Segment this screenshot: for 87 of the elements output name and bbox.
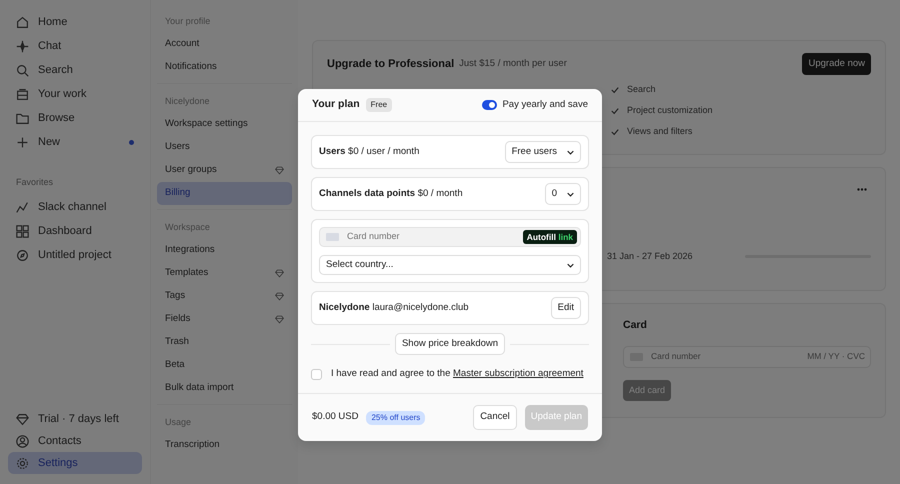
total-price: $0.00 USD <box>312 410 358 424</box>
discount-badge: 25% off users <box>366 410 426 424</box>
sidebar-item[interactable]: Untitled project <box>8 244 142 268</box>
settings-nav-item[interactable]: Notifications <box>157 56 292 79</box>
chevron-down-icon <box>567 262 574 268</box>
settings-nav-item[interactable]: Tags <box>157 285 292 308</box>
unread-dot <box>129 140 134 144</box>
sidebar-item[interactable]: Dashboard <box>8 220 142 244</box>
diamond-icon <box>275 292 284 301</box>
person-icon <box>16 434 29 448</box>
check-icon <box>611 86 619 94</box>
compass-icon <box>16 249 29 262</box>
diamond-icon <box>16 412 29 426</box>
grid-icon <box>16 225 29 238</box>
check-icon <box>611 106 619 115</box>
card-number-field[interactable]: Card number <box>345 229 517 245</box>
dialog-title: Your plan <box>312 97 360 112</box>
diamond-icon <box>275 166 284 175</box>
settings-nav-item[interactable]: Workspace settings <box>157 113 292 136</box>
diamond-icon <box>275 315 284 324</box>
agreement-text: I have read and agree to the Master subscription agreement <box>331 367 584 382</box>
search-icon <box>16 64 29 76</box>
check-icon <box>611 128 619 136</box>
settings-nav-item[interactable]: Billing <box>157 182 292 205</box>
card-input[interactable]: Card number Autofill link <box>319 227 581 247</box>
section-heading: Favorites <box>15 176 54 189</box>
sidebar-item[interactable]: Chat <box>8 34 142 58</box>
price-breakdown-button[interactable]: Show price breakdown <box>394 333 506 356</box>
settings-nav-item[interactable]: User groups <box>157 159 292 182</box>
sparkle-icon <box>16 40 29 52</box>
cancel-button[interactable]: Cancel <box>473 405 517 430</box>
toggle-switch[interactable] <box>482 100 498 110</box>
folder-icon <box>16 112 29 124</box>
sidebar-item[interactable]: Settings <box>8 452 142 474</box>
sidebar-item[interactable]: Your work <box>8 82 142 106</box>
feature-text: Search <box>627 83 656 96</box>
settings-nav-item[interactable]: Integrations <box>157 239 292 262</box>
edit-button[interactable]: Edit <box>550 296 581 320</box>
dropdown[interactable]: 0 <box>544 182 581 206</box>
card-title: Upgrade to Professional <box>327 56 454 72</box>
settings-nav-item[interactable]: Trash <box>157 331 292 354</box>
home-icon <box>16 16 29 28</box>
dropdown[interactable]: Free users <box>504 140 581 164</box>
section-heading: Workspace <box>164 220 211 234</box>
sidebar-item[interactable]: Contacts <box>8 430 142 452</box>
settings-nav-item[interactable]: Transcription <box>157 434 292 457</box>
settings-nav-item[interactable]: Users <box>157 136 292 159</box>
settings-icon <box>16 456 29 470</box>
settings-nav-item[interactable]: Account <box>157 33 292 56</box>
agreement-link[interactable]: Master subscription agreement <box>453 368 584 380</box>
sidebar-item[interactable]: Trial · 7 days left <box>8 408 142 430</box>
autofill-button[interactable]: Autofill link <box>522 230 577 244</box>
section-title: Card <box>623 318 648 333</box>
card-subtitle: Just $15 / month per user <box>459 57 567 71</box>
sidebar-item[interactable]: Slack channel <box>8 196 142 220</box>
country-select[interactable]: Select country... <box>319 255 581 275</box>
chevron-down-icon <box>567 150 574 154</box>
line-chart-icon <box>16 201 29 214</box>
expiry-cvc-field[interactable]: MM / YY · CVC <box>803 349 867 364</box>
chevron-down-icon <box>567 192 574 196</box>
sidebar-item[interactable]: Home <box>8 10 142 34</box>
section-heading: Usage <box>164 416 192 429</box>
section-heading: Your profile <box>164 14 212 28</box>
sidebar-item[interactable]: Browse <box>8 106 142 130</box>
plan-badge: Free <box>366 98 392 112</box>
tray-icon <box>16 88 29 100</box>
sidebar-item[interactable]: New <box>8 130 142 154</box>
card-number-field[interactable]: Card number <box>649 349 797 364</box>
card-icon <box>326 233 339 241</box>
price-label: Channels data points $0 / month <box>319 186 463 201</box>
feature-text: Project customization <box>627 104 713 117</box>
settings-nav-item[interactable]: Bulk data import <box>157 377 292 400</box>
checkbox[interactable] <box>311 368 322 380</box>
section-heading: Nicelydone <box>164 94 211 108</box>
card-input[interactable]: Card number MM / YY · CVC <box>623 346 871 368</box>
settings-nav-item[interactable]: Beta <box>157 354 292 377</box>
toggle-label: Pay yearly and save <box>502 98 588 112</box>
sidebar-item[interactable]: Search <box>8 58 142 82</box>
feature-text: Views and filters <box>627 125 692 138</box>
settings-nav-item[interactable]: Templates <box>157 262 292 285</box>
contact-info: Nicelydone laura@nicelydone.club <box>319 300 469 315</box>
upgrade-button[interactable]: Upgrade now <box>802 53 871 76</box>
price-label: Users $0 / user / month <box>319 144 420 159</box>
plus-icon <box>16 136 29 148</box>
billing-period: 31 Jan - 27 Feb 2026 <box>607 250 693 263</box>
diamond-icon <box>275 269 284 278</box>
settings-nav-item[interactable]: Fields <box>157 308 292 331</box>
